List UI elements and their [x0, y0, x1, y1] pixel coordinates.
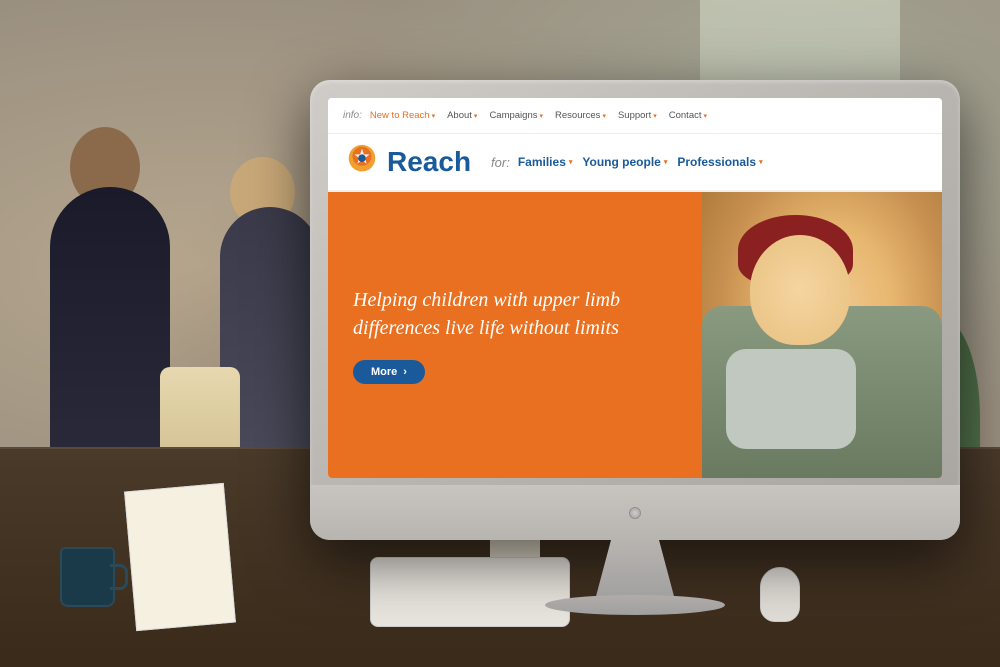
monitor-screen: info: New to Reach ▾ About ▾ Cam [328, 98, 942, 478]
reach-logo-icon [343, 143, 381, 181]
chevron-down-icon: ▾ [664, 158, 668, 166]
hero-image-right [702, 192, 942, 478]
chevron-down-icon: ▾ [653, 112, 657, 120]
desk-notebook [124, 483, 236, 631]
nav-link-label: About [447, 110, 472, 121]
nav-link-contact[interactable]: Contact ▾ [669, 110, 707, 121]
nav-link-campaigns[interactable]: Campaigns ▾ [489, 110, 543, 121]
nav-top-links: New to Reach ▾ About ▾ Campaigns ▾ [370, 110, 707, 121]
baby-body [726, 349, 856, 449]
more-button-label: More [371, 366, 397, 378]
hero-content-left: Helping children with upper limb differe… [328, 192, 702, 478]
nav-for-links: Families ▾ Young people ▾ Professionals … [518, 155, 763, 169]
nav-link-label: Support [618, 110, 651, 121]
chevron-down-icon: ▾ [540, 112, 544, 120]
more-button[interactable]: More › [353, 360, 425, 384]
monitor-stand [595, 540, 675, 600]
info-label: info: [343, 110, 362, 121]
nav-link-label: New to Reach [370, 110, 430, 121]
baby-face [750, 235, 850, 345]
desk-mug [60, 547, 115, 607]
monitor-wrapper: info: New to Reach ▾ About ▾ Cam [310, 80, 990, 600]
nav-link-label: Contact [669, 110, 702, 121]
nav-for-young-people[interactable]: Young people ▾ [582, 155, 667, 169]
chevron-down-icon: ▾ [759, 158, 763, 166]
for-label: for: [491, 155, 510, 170]
nav-top-bar: info: New to Reach ▾ About ▾ Cam [328, 98, 942, 134]
monitor-base [545, 595, 725, 615]
baby-photo [702, 192, 942, 478]
nav-for-families[interactable]: Families ▾ [518, 155, 573, 169]
chevron-down-icon: ▾ [432, 112, 436, 120]
monitor-power-button [629, 507, 641, 519]
nav-link-new-to-reach[interactable]: New to Reach ▾ [370, 110, 435, 121]
monitor-bezel: info: New to Reach ▾ About ▾ Cam [310, 80, 960, 540]
hero-section: Helping children with upper limb differe… [328, 192, 942, 478]
nav-for-label: Families [518, 155, 566, 169]
chevron-down-icon: ▾ [602, 112, 606, 120]
nav-link-label: Campaigns [489, 110, 537, 121]
nav-link-label: Resources [555, 110, 600, 121]
hero-title: Helping children with upper limb differe… [353, 286, 677, 342]
monitor: info: New to Reach ▾ About ▾ Cam [310, 80, 960, 540]
nav-for-label: Young people [582, 155, 660, 169]
nav-for-professionals[interactable]: Professionals ▾ [677, 155, 762, 169]
chevron-down-icon: ▾ [474, 112, 478, 120]
nav-link-support[interactable]: Support ▾ [618, 110, 657, 121]
chevron-down-icon: ▾ [569, 158, 573, 166]
monitor-chin [310, 485, 960, 540]
logo-text: Reach [387, 146, 471, 178]
nav-link-about[interactable]: About ▾ [447, 110, 477, 121]
nav-for-label: Professionals [677, 155, 756, 169]
chevron-down-icon: ▾ [704, 112, 708, 120]
person-left-body [50, 187, 170, 467]
arrow-icon: › [403, 366, 407, 378]
nav-main-bar: Reach for: Families ▾ Young people ▾ [328, 134, 942, 192]
logo-area[interactable]: Reach [343, 143, 471, 181]
nav-link-resources[interactable]: Resources ▾ [555, 110, 606, 121]
website: info: New to Reach ▾ About ▾ Cam [328, 98, 942, 478]
